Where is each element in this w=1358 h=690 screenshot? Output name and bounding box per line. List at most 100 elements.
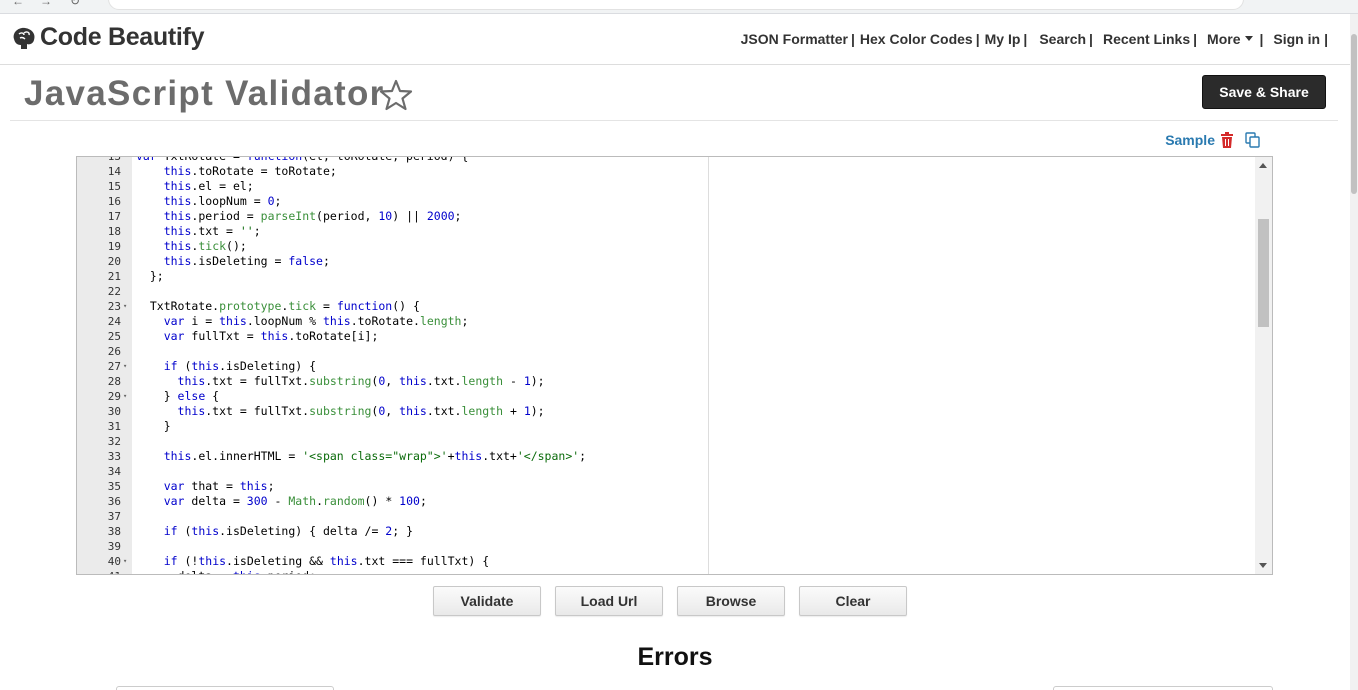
code-line[interactable]: 20 this.isDeleting = false; (77, 254, 708, 269)
code-line[interactable]: 41 delta = this.period; (77, 569, 708, 574)
code-line[interactable]: 34 (77, 464, 708, 479)
line-number: 33 (107, 450, 121, 463)
trash-icon[interactable] (1220, 132, 1234, 148)
sample-link[interactable]: Sample (1165, 132, 1215, 148)
code-line[interactable]: 23 ▾ TxtRotate.prototype.tick = function(… (77, 299, 708, 314)
code-text[interactable]: var TxtRotate = function(el, toRotate, p… (136, 157, 468, 164)
code-line[interactable]: 35 var that = this; (77, 479, 708, 494)
code-line[interactable]: 13 var TxtRotate = function(el, toRotate,… (77, 157, 708, 164)
code-text[interactable]: } (136, 419, 171, 434)
scroll-down-icon[interactable] (1259, 563, 1267, 568)
fold-arrow-icon[interactable]: ▾ (123, 554, 127, 569)
line-number: 21 (107, 270, 121, 283)
validate-button[interactable]: Validate (433, 586, 541, 616)
load-url-button[interactable]: Load Url (555, 586, 663, 616)
code-text[interactable]: var fullTxt = this.toRotate[i]; (136, 329, 379, 344)
code-line[interactable]: 16 this.loopNum = 0; (77, 194, 708, 209)
code-text[interactable]: if (this.isDeleting) { (136, 359, 316, 374)
code-text[interactable]: if (this.isDeleting) { delta /= 2; } (136, 524, 413, 539)
nav-json-formatter[interactable]: JSON Formatter (741, 31, 848, 47)
nav-separator: | (1023, 31, 1028, 47)
code-text[interactable]: if (!this.isDeleting && this.txt === ful… (136, 554, 489, 569)
code-line[interactable]: 33 this.el.innerHTML = '<span class="wra… (77, 449, 708, 464)
errors-heading: Errors (637, 643, 713, 671)
forward-icon[interactable]: → (40, 0, 52, 8)
brain-logo-icon (13, 27, 35, 49)
code-text[interactable]: var i = this.loopNum % this.toRotate.len… (136, 314, 469, 329)
code-line[interactable]: 18 this.txt = ''; (77, 224, 708, 239)
code-text[interactable]: this.txt = ''; (136, 224, 261, 239)
code-text[interactable]: var that = this; (136, 479, 275, 494)
code-text[interactable]: var delta = 300 - Math.random() * 100; (136, 494, 427, 509)
scroll-thumb[interactable] (1258, 219, 1269, 327)
code-text[interactable]: } else { (136, 389, 219, 404)
nav-my-ip[interactable]: My Ip (985, 31, 1021, 47)
code-text[interactable]: this.isDeleting = false; (136, 254, 330, 269)
code-line[interactable]: 31 } (77, 419, 708, 434)
nav-hex-color-codes[interactable]: Hex Color Codes (860, 31, 973, 47)
code-line[interactable]: 30 this.txt = fullTxt.substring(0, this.… (77, 404, 708, 419)
address-bar[interactable] (108, 0, 1244, 10)
nav-more-label: More (1207, 31, 1241, 47)
code-editor[interactable]: 13 var TxtRotate = function(el, toRotate,… (76, 156, 1273, 575)
code-text[interactable]: this.txt = fullTxt.substring(0, this.txt… (136, 404, 545, 419)
code-line[interactable]: 14 this.toRotate = toRotate; (77, 164, 708, 179)
clear-button[interactable]: Clear (799, 586, 907, 616)
code-line[interactable]: 17 this.period = parseInt(period, 10) ||… (77, 209, 708, 224)
code-line[interactable]: 24 var i = this.loopNum % this.toRotate.… (77, 314, 708, 329)
line-number: 24 (107, 315, 121, 328)
copy-icon[interactable] (1245, 132, 1261, 148)
code-line[interactable]: 39 (77, 539, 708, 554)
site-logo[interactable]: Code Beautify (10, 23, 204, 52)
code-line[interactable]: 40 ▾ if (!this.isDeleting && this.txt ===… (77, 554, 708, 569)
browser-chrome: ← → ↻ (0, 0, 1358, 14)
nav-separator: | (1324, 31, 1328, 47)
code-text[interactable]: this.period = parseInt(period, 10) || 20… (136, 209, 462, 224)
code-line[interactable]: 28 this.txt = fullTxt.substring(0, this.… (77, 374, 708, 389)
code-line[interactable]: 26 (77, 344, 708, 359)
fold-arrow-icon[interactable]: ▾ (123, 359, 127, 374)
nav-search[interactable]: Search (1039, 31, 1086, 47)
code-line[interactable]: 29 ▾ } else { (77, 389, 708, 404)
code-text[interactable]: this.el.innerHTML = '<span class="wrap">… (136, 449, 586, 464)
code-line[interactable]: 15 this.el = el; (77, 179, 708, 194)
code-text[interactable]: TxtRotate.prototype.tick = function() { (136, 299, 420, 314)
nav-recent-links[interactable]: Recent Links (1103, 31, 1190, 47)
output-pane[interactable] (709, 157, 1257, 574)
page-scroll-thumb[interactable] (1351, 34, 1357, 194)
code-text[interactable]: }; (136, 269, 164, 284)
code-line[interactable]: 25 var fullTxt = this.toRotate[i]; (77, 329, 708, 344)
code-text[interactable]: this.el = el; (136, 179, 254, 194)
nav-more[interactable]: More (1207, 31, 1254, 47)
code-line[interactable]: 37 (77, 509, 708, 524)
code-text[interactable]: delta = this.period; (136, 569, 317, 574)
reload-icon[interactable]: ↻ (70, 0, 80, 8)
back-icon[interactable]: ← (12, 0, 24, 8)
line-number: 41 (77, 569, 121, 574)
fold-arrow-icon[interactable]: ▾ (123, 389, 127, 404)
code-line[interactable]: 38 if (this.isDeleting) { delta /= 2; } (77, 524, 708, 539)
nav-sign-in[interactable]: Sign in (1273, 31, 1320, 47)
star-favorite-icon[interactable] (379, 78, 413, 112)
code-line[interactable]: 36 var delta = 300 - Math.random() * 100… (77, 494, 708, 509)
code-line[interactable]: 32 (77, 434, 708, 449)
code-line[interactable]: 21 }; (77, 269, 708, 284)
line-number: 35 (107, 480, 121, 493)
fold-arrow-icon[interactable]: ▾ (123, 299, 127, 314)
line-number: 34 (107, 465, 121, 478)
code-text[interactable]: this.txt = fullTxt.substring(0, this.txt… (136, 374, 545, 389)
code-text[interactable]: this.loopNum = 0; (136, 194, 282, 209)
code-line[interactable]: 27 ▾ if (this.isDeleting) { (77, 359, 708, 374)
code-text[interactable]: this.toRotate = toRotate; (136, 164, 337, 179)
line-number: 37 (107, 510, 121, 523)
browse-button[interactable]: Browse (677, 586, 785, 616)
code-text[interactable]: this.tick(); (136, 239, 247, 254)
editor-scrollbar[interactable] (1255, 157, 1272, 574)
code-line[interactable]: 19 this.tick(); (77, 239, 708, 254)
code-line[interactable]: 22 (77, 284, 708, 299)
save-share-button[interactable]: Save & Share (1202, 75, 1326, 109)
page-scrollbar[interactable] (1350, 14, 1358, 690)
scroll-up-icon[interactable] (1259, 163, 1267, 168)
code-lines[interactable]: 13 var TxtRotate = function(el, toRotate,… (77, 157, 708, 574)
input-pane[interactable]: 13 var TxtRotate = function(el, toRotate,… (77, 157, 709, 574)
